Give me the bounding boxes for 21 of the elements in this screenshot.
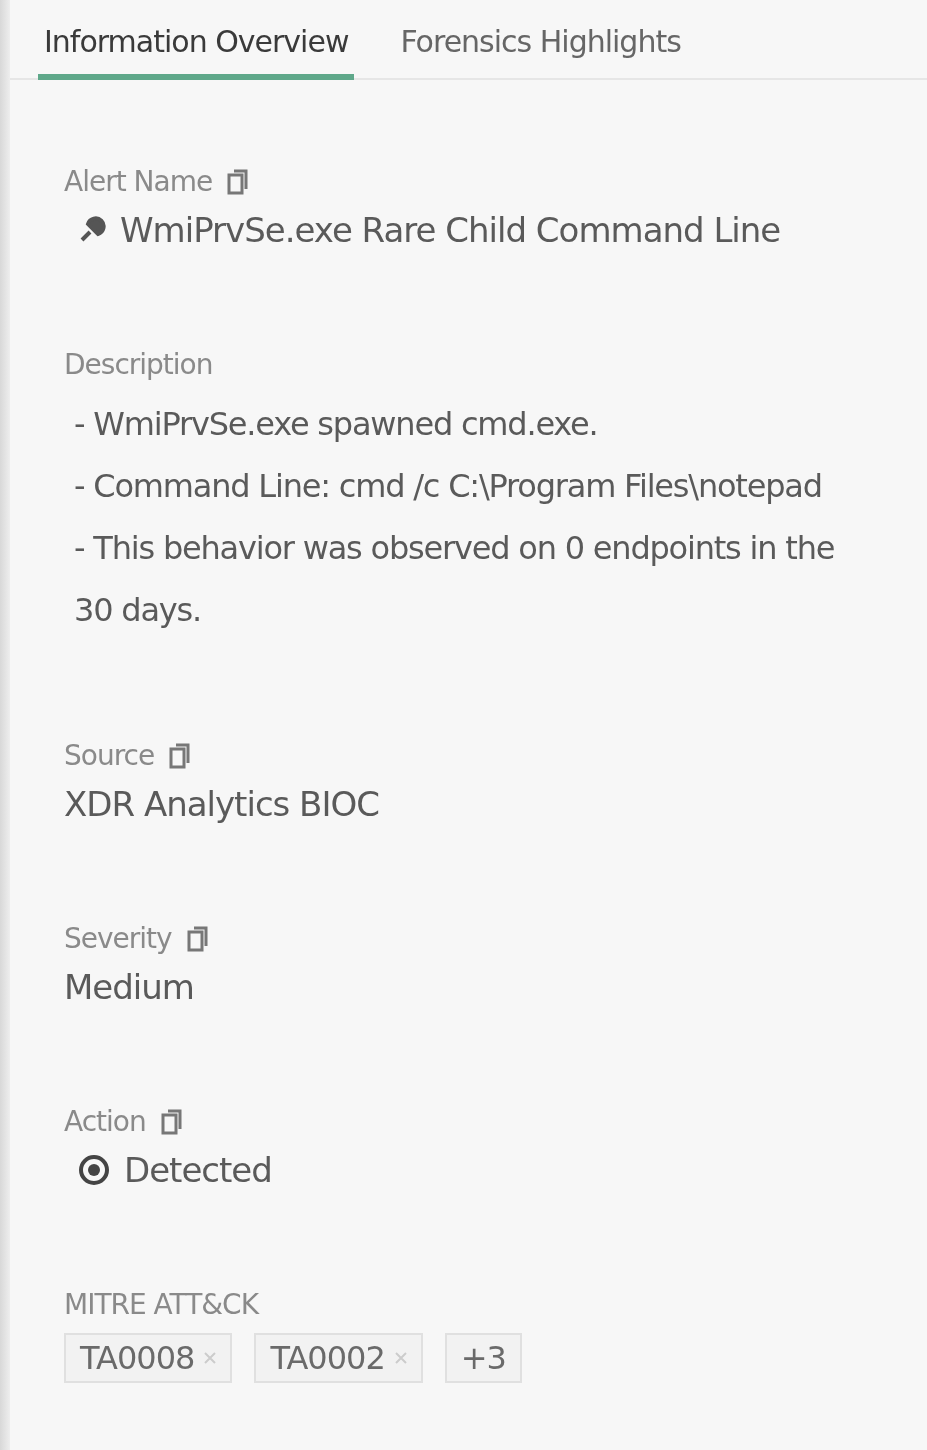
status-icon (78, 1154, 110, 1186)
tag-chip[interactable]: +3 (444, 1333, 522, 1383)
field-label: MITRE ATT&CK (64, 1288, 258, 1321)
description-line: - This behavior was observed on 0 endpoints in the (74, 528, 836, 569)
description-line: 30 days. (74, 590, 202, 631)
tab[interactable]: Forensics Highlights (394, 14, 687, 80)
field-value: WmiPrvSe.exe Rare Child Command Line (120, 210, 781, 250)
field-value: Medium (64, 967, 195, 1007)
tag-chip[interactable]: TA0002 (254, 1333, 423, 1383)
field-label: Alert Name (64, 165, 213, 198)
tab[interactable]: Information Overview (38, 14, 355, 80)
field-label: Severity (64, 922, 172, 955)
field-label: Source (64, 739, 155, 772)
description-line: - Command Line: cmd /c C:\Program Files\notepad (74, 466, 823, 507)
tag-chip[interactable]: TA0008 (64, 1333, 233, 1383)
alert-icon (78, 216, 106, 244)
field-value: Detected (124, 1150, 272, 1190)
field-label: Description (64, 348, 213, 381)
field-value: XDR Analytics BIOC (64, 784, 380, 824)
description-line: - WmiPrvSe.exe spawned cmd.exe. (74, 404, 599, 445)
field-label: Action (64, 1105, 146, 1138)
